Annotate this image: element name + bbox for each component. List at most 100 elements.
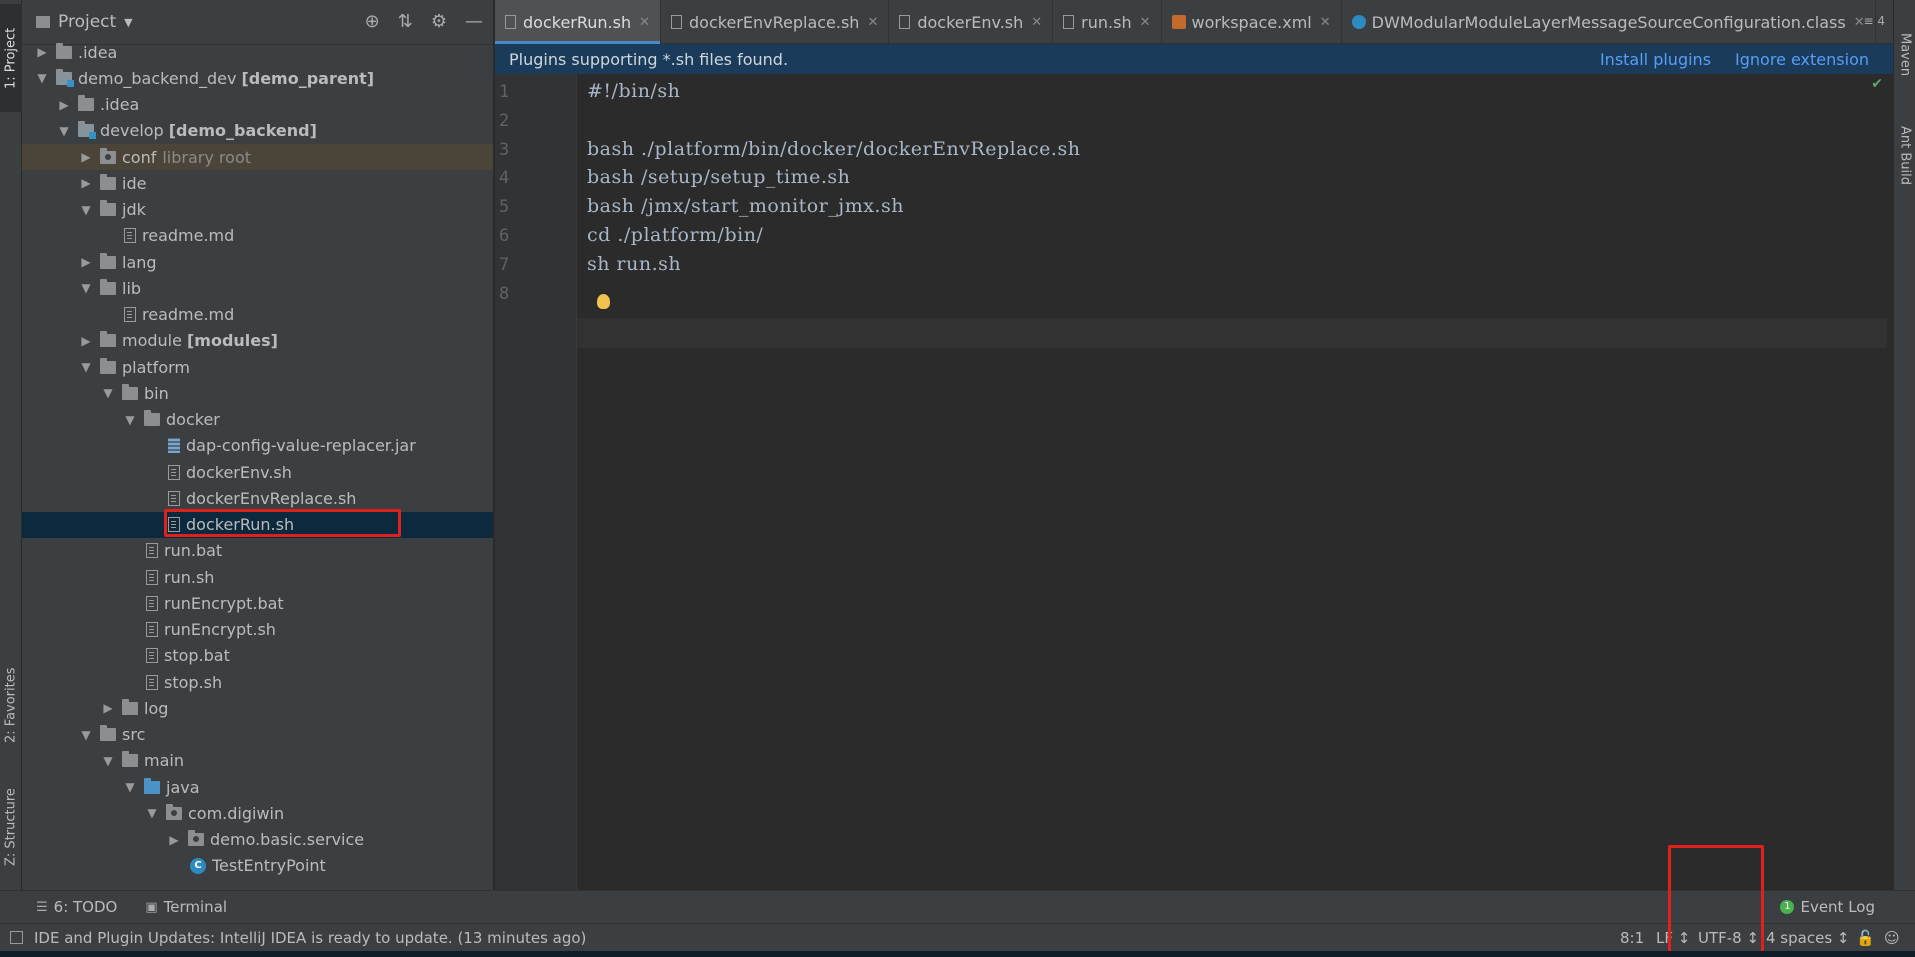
caret-position[interactable]: 8:1 bbox=[1620, 929, 1644, 947]
tree-item[interactable]: dockerEnvReplace.sh bbox=[22, 485, 493, 511]
close-icon[interactable]: ✕ bbox=[1140, 15, 1151, 30]
code-line[interactable]: bash /setup/setup_time.sh bbox=[587, 166, 850, 188]
tree-item[interactable]: readme.md bbox=[22, 302, 493, 328]
tree-item[interactable]: ▶ .idea bbox=[22, 39, 493, 65]
close-icon[interactable]: ✕ bbox=[867, 15, 878, 30]
tree-item[interactable]: stop.sh bbox=[22, 669, 493, 695]
expand-arrow-icon[interactable]: ▶ bbox=[166, 833, 182, 847]
tree-item[interactable]: ▶ conf library root bbox=[22, 144, 493, 170]
todo-tool-button[interactable]: ☰ 6: TODO bbox=[36, 898, 117, 916]
editor-tab[interactable]: dockerEnvReplace.sh ✕ bbox=[661, 0, 890, 44]
tree-item[interactable]: ▼ docker bbox=[22, 407, 493, 433]
tree-item[interactable]: stop.bat bbox=[22, 643, 493, 669]
collapse-arrow-icon[interactable]: ▼ bbox=[34, 71, 50, 85]
tree-item-label: readme.md bbox=[142, 226, 235, 246]
editor-tab[interactable]: dockerEnv.sh ✕ bbox=[889, 0, 1054, 44]
tab-label: run.sh bbox=[1081, 12, 1132, 32]
close-icon[interactable]: ✕ bbox=[1320, 15, 1331, 30]
expand-arrow-icon[interactable]: ▶ bbox=[34, 45, 50, 59]
tree-item[interactable]: ▼ lib bbox=[22, 275, 493, 301]
tree-item[interactable]: readme.md bbox=[22, 223, 493, 249]
expand-arrow-icon[interactable]: ▶ bbox=[78, 255, 94, 269]
tabs-overflow-icon[interactable]: ≡ 4 bbox=[1863, 14, 1885, 28]
tree-item[interactable]: ▼ bin bbox=[22, 380, 493, 406]
indent-selector[interactable]: 4 spaces ↕ bbox=[1766, 929, 1849, 947]
collapse-arrow-icon[interactable]: ▼ bbox=[78, 281, 94, 295]
tree-item[interactable]: ▼ jdk bbox=[22, 197, 493, 223]
favorites-tool-tab[interactable]: 2: Favorites bbox=[0, 650, 22, 760]
folder-icon bbox=[122, 383, 138, 400]
collapse-arrow-icon[interactable]: ▼ bbox=[122, 413, 138, 427]
tree-item[interactable]: ▶ .idea bbox=[22, 92, 493, 118]
inspector-icon[interactable]: ☺ bbox=[1884, 929, 1900, 947]
collapse-arrow-icon[interactable]: ▼ bbox=[100, 386, 116, 400]
collapse-arrow-icon[interactable]: ▼ bbox=[78, 203, 94, 217]
tree-item[interactable]: dap-config-value-replacer.jar bbox=[22, 433, 493, 459]
code-line[interactable]: cd ./platform/bin/ bbox=[587, 224, 763, 246]
tree-item[interactable]: run.bat bbox=[22, 538, 493, 564]
close-icon[interactable]: ✕ bbox=[1031, 15, 1042, 30]
project-panel-title[interactable]: Project bbox=[58, 12, 116, 32]
code-line[interactable]: bash ./platform/bin/docker/dockerEnvRepl… bbox=[587, 138, 1080, 160]
expand-arrow-icon[interactable]: ▶ bbox=[100, 701, 116, 715]
expand-arrow-icon[interactable]: ▶ bbox=[78, 150, 94, 164]
maven-tool-tab[interactable]: Maven bbox=[1894, 20, 1915, 90]
ignore-extension-link[interactable]: Ignore extension bbox=[1735, 50, 1869, 69]
tree-item[interactable]: dockerEnv.sh bbox=[22, 459, 493, 485]
editor-tab[interactable]: DWModularModuleLayerMessageSourceConfigu… bbox=[1342, 0, 1876, 44]
tree-item[interactable]: ▼ com.digiwin bbox=[22, 800, 493, 826]
editor-tab[interactable]: run.sh ✕ bbox=[1053, 0, 1162, 44]
collapse-arrow-icon[interactable]: ▼ bbox=[78, 360, 94, 374]
project-tool-tab[interactable]: 1: Project bbox=[0, 4, 22, 112]
status-message[interactable]: IDE and Plugin Updates: IntelliJ IDEA is… bbox=[34, 929, 586, 947]
tree-item[interactable]: ▼ develop [demo_backend] bbox=[22, 118, 493, 144]
structure-tool-tab[interactable]: Z: Structure bbox=[0, 772, 22, 882]
gear-icon[interactable]: ⚙ bbox=[431, 11, 447, 32]
folder-icon bbox=[100, 357, 116, 374]
tree-item[interactable]: ▼ java bbox=[22, 774, 493, 800]
code-editor[interactable]: 1 2 3 4 5 6 7 8 #!/bin/sh bash ./platform/bin/do… bbox=[495, 74, 1893, 890]
terminal-tool-button[interactable]: ▣ Terminal bbox=[145, 898, 227, 916]
editor-tab[interactable]: dockerRun.sh ✕ bbox=[495, 0, 662, 44]
collapse-arrow-icon[interactable]: ▼ bbox=[100, 754, 116, 768]
line-number: 8 bbox=[499, 283, 510, 304]
tree-item[interactable]: ▼ platform bbox=[22, 354, 493, 380]
editor-tab[interactable]: workspace.xml ✕ bbox=[1162, 0, 1342, 44]
lock-icon[interactable]: 🔓 bbox=[1856, 929, 1875, 947]
install-plugins-link[interactable]: Install plugins bbox=[1600, 50, 1711, 69]
collapse-arrow-icon[interactable]: ▼ bbox=[122, 780, 138, 794]
todo-label: 6: TODO bbox=[53, 898, 118, 916]
folder-icon bbox=[100, 173, 116, 190]
locate-icon[interactable]: ⊕ bbox=[365, 11, 380, 32]
tree-item[interactable]: run.sh bbox=[22, 564, 493, 590]
expand-arrow-icon[interactable]: ▶ bbox=[56, 98, 72, 112]
ant-build-tool-tab[interactable]: Ant Build bbox=[1894, 110, 1915, 200]
close-icon[interactable]: ✕ bbox=[639, 15, 650, 30]
collapse-arrow-icon[interactable]: ▼ bbox=[78, 728, 94, 742]
tree-item[interactable]: ▼ src bbox=[22, 722, 493, 748]
code-line[interactable]: #!/bin/sh bbox=[587, 80, 680, 102]
code-line[interactable]: sh run.sh bbox=[587, 253, 681, 275]
expand-arrow-icon[interactable]: ▶ bbox=[78, 334, 94, 348]
code-line[interactable]: bash /jmx/start_monitor_jmx.sh bbox=[587, 195, 904, 217]
tree-item[interactable]: ▼ demo_backend_dev [demo_parent] bbox=[22, 65, 493, 91]
tab-label: dockerEnvReplace.sh bbox=[689, 12, 860, 32]
collapse-arrow-icon[interactable]: ▼ bbox=[56, 124, 72, 138]
tree-item[interactable]: ▼ main bbox=[22, 748, 493, 774]
status-window-icon[interactable] bbox=[10, 931, 23, 944]
lightbulb-icon[interactable] bbox=[597, 294, 610, 309]
event-log-button[interactable]: 1 Event Log bbox=[1780, 898, 1875, 916]
tree-item[interactable]: runEncrypt.bat bbox=[22, 590, 493, 616]
collapse-arrow-icon[interactable]: ▼ bbox=[144, 806, 160, 820]
minimize-icon[interactable]: — bbox=[465, 11, 483, 32]
tree-item[interactable]: ▶ module [modules] bbox=[22, 328, 493, 354]
tree-item[interactable]: ▶ demo.basic.service bbox=[22, 827, 493, 853]
tree-item[interactable]: ▶ log bbox=[22, 695, 493, 721]
tree-item[interactable]: ▶ ide bbox=[22, 170, 493, 196]
chevron-down-icon[interactable]: ▼ bbox=[124, 16, 132, 29]
tree-item[interactable]: ▶ lang bbox=[22, 249, 493, 275]
tree-item[interactable]: runEncrypt.sh bbox=[22, 617, 493, 643]
tree-item[interactable]: C TestEntryPoint bbox=[22, 853, 493, 879]
collapse-all-icon[interactable]: ⇅ bbox=[398, 11, 413, 32]
expand-arrow-icon[interactable]: ▶ bbox=[78, 176, 94, 190]
